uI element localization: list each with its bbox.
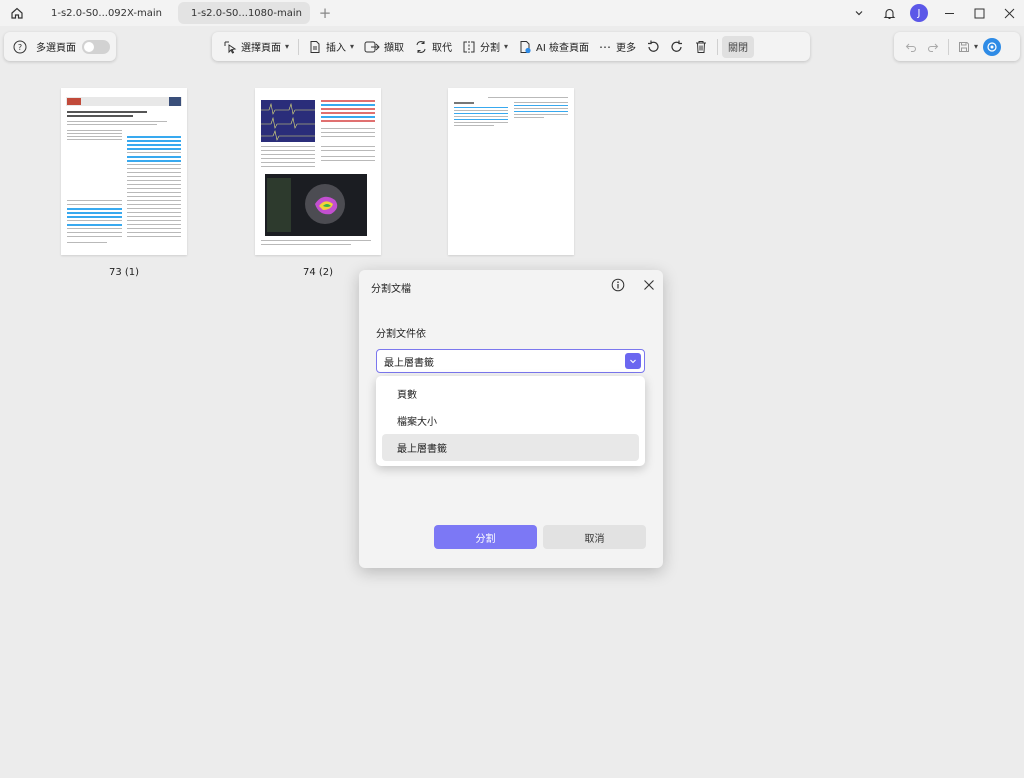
divider <box>298 38 300 55</box>
chevron-down-icon <box>630 359 636 364</box>
insert-page-icon <box>310 40 320 53</box>
dialog-title: 分割文檔 <box>371 284 411 295</box>
extract-icon <box>364 41 380 52</box>
page-number-label: 73 (1) <box>108 267 140 278</box>
split-button[interactable]: 分割 ▾ <box>457 36 513 58</box>
tab-document-1[interactable]: 1-s2.0-S0...092X-main <box>38 2 170 24</box>
split-by-label: 分割文件依 <box>376 329 426 340</box>
save-button[interactable]: ▾ <box>953 36 983 58</box>
right-panel: ▾ <box>894 32 1020 61</box>
chevron-down-icon: ▾ <box>504 42 509 51</box>
dropdown-toggle[interactable] <box>625 353 641 369</box>
option-top-level-bookmark[interactable]: 最上層書籤 <box>382 434 639 461</box>
close-icon <box>1004 8 1014 18</box>
help-icon: ? <box>13 40 27 53</box>
split-by-select[interactable]: 最上層書籤 <box>376 349 645 373</box>
close-page-mode-button[interactable]: 關閉 <box>722 35 755 58</box>
maximize-icon <box>974 8 984 18</box>
info-button[interactable] <box>611 278 625 292</box>
dialog-close-button[interactable] <box>642 278 656 292</box>
close-icon <box>644 280 654 290</box>
more-label: 更多 <box>616 43 637 54</box>
option-page-count[interactable]: 頁數 <box>382 380 639 407</box>
extract-label: 擷取 <box>384 43 405 54</box>
insert-button[interactable]: 插入 ▾ <box>303 36 359 58</box>
split-confirm-button[interactable]: 分割 <box>434 525 537 549</box>
divider <box>948 38 949 55</box>
cancel-button[interactable]: 取消 <box>543 525 646 549</box>
chevron-down-icon <box>855 11 863 16</box>
split-document-dialog: 分割文檔 分割文件依 最上層書籤 頁數 檔案大小 最上層書籤 分割 取消 <box>359 270 663 568</box>
split-icon <box>463 40 475 53</box>
more-icon: ⋯ <box>599 39 613 54</box>
page-thumbnail-1[interactable] <box>61 88 187 255</box>
journal-cover <box>169 97 181 106</box>
more-button[interactable]: ⋯ 更多 <box>594 36 641 58</box>
multi-select-toggle[interactable] <box>82 39 110 54</box>
tab-document-2[interactable]: 1-s2.0-S0...1080-main <box>178 2 310 24</box>
publisher-logo <box>67 98 81 105</box>
bell-icon <box>883 8 895 19</box>
redo-icon <box>928 43 939 52</box>
left-panel: ? 多選頁面 <box>4 32 116 61</box>
rotate-right-icon <box>671 40 683 52</box>
undo-button[interactable] <box>900 36 922 58</box>
chevron-down-icon: ▾ <box>974 42 979 51</box>
ai-check-pages-button[interactable]: AI 檢查頁面 <box>513 36 594 58</box>
replace-icon <box>416 40 426 53</box>
close-window-button[interactable] <box>994 0 1024 26</box>
split-by-dropdown: 頁數 檔案大小 最上層書籤 <box>376 376 645 466</box>
journal-header-image <box>66 97 182 106</box>
help-button[interactable]: ? <box>10 36 30 58</box>
minimize-icon <box>944 12 954 14</box>
cursor-select-icon <box>224 41 237 54</box>
ai-check-label: AI 檢查頁面 <box>536 43 590 54</box>
mapping-figure <box>265 174 367 236</box>
option-file-size[interactable]: 檔案大小 <box>382 407 639 434</box>
divider <box>717 38 719 55</box>
ai-assistant-icon <box>987 41 997 52</box>
rotate-left-button[interactable] <box>641 36 665 58</box>
rotate-left-icon <box>648 40 659 52</box>
notifications-button[interactable] <box>874 0 904 26</box>
replace-button[interactable]: 取代 <box>409 36 457 58</box>
chevron-down-icon: ▾ <box>285 42 290 51</box>
avatar[interactable]: J <box>910 4 928 22</box>
split-by-value: 最上層書籤 <box>384 357 434 369</box>
info-icon <box>611 278 625 292</box>
home-button[interactable] <box>4 0 30 26</box>
split-label: 分割 <box>480 43 501 54</box>
delete-button[interactable] <box>689 36 713 58</box>
title-bar: 1-s2.0-S0...092X-main 1-s2.0-S0...1080-m… <box>0 0 1024 26</box>
redo-button[interactable] <box>922 36 944 58</box>
ecg-figure <box>261 100 315 142</box>
maximize-button[interactable] <box>964 0 994 26</box>
page-thumbnail-2[interactable] <box>255 88 381 255</box>
extract-button[interactable]: 擷取 <box>359 36 409 58</box>
chevron-down-icon: ▾ <box>350 42 355 51</box>
tab-label: 1-s2.0-S0...092X-main <box>51 7 162 19</box>
insert-label: 插入 <box>326 43 347 54</box>
tab-label: 1-s2.0-S0...1080-main <box>191 7 302 19</box>
minimize-button[interactable] <box>934 0 964 26</box>
replace-label: 取代 <box>432 43 453 54</box>
home-icon <box>11 7 23 19</box>
page-thumbnail-3[interactable] <box>448 88 574 255</box>
expand-tabs-button[interactable] <box>844 0 874 26</box>
window-controls: J <box>844 0 1024 26</box>
main-toolbar: 選擇頁面 ▾ 插入 ▾ 擷取 取代 分割 ▾ AI 檢查頁面 ⋯ 更多 關閉 <box>212 32 810 61</box>
save-icon <box>959 41 969 52</box>
ai-check-icon <box>520 40 531 53</box>
ai-assistant-button[interactable] <box>983 37 1002 56</box>
trash-icon <box>696 40 707 53</box>
svg-text:?: ? <box>18 43 22 52</box>
rotate-right-button[interactable] <box>665 36 689 58</box>
select-pages-button[interactable]: 選擇頁面 ▾ <box>218 36 294 58</box>
multi-select-label: 多選頁面 <box>36 43 76 54</box>
new-tab-button[interactable]: + <box>316 4 334 22</box>
select-pages-label: 選擇頁面 <box>241 43 281 54</box>
undo-icon <box>905 43 916 52</box>
